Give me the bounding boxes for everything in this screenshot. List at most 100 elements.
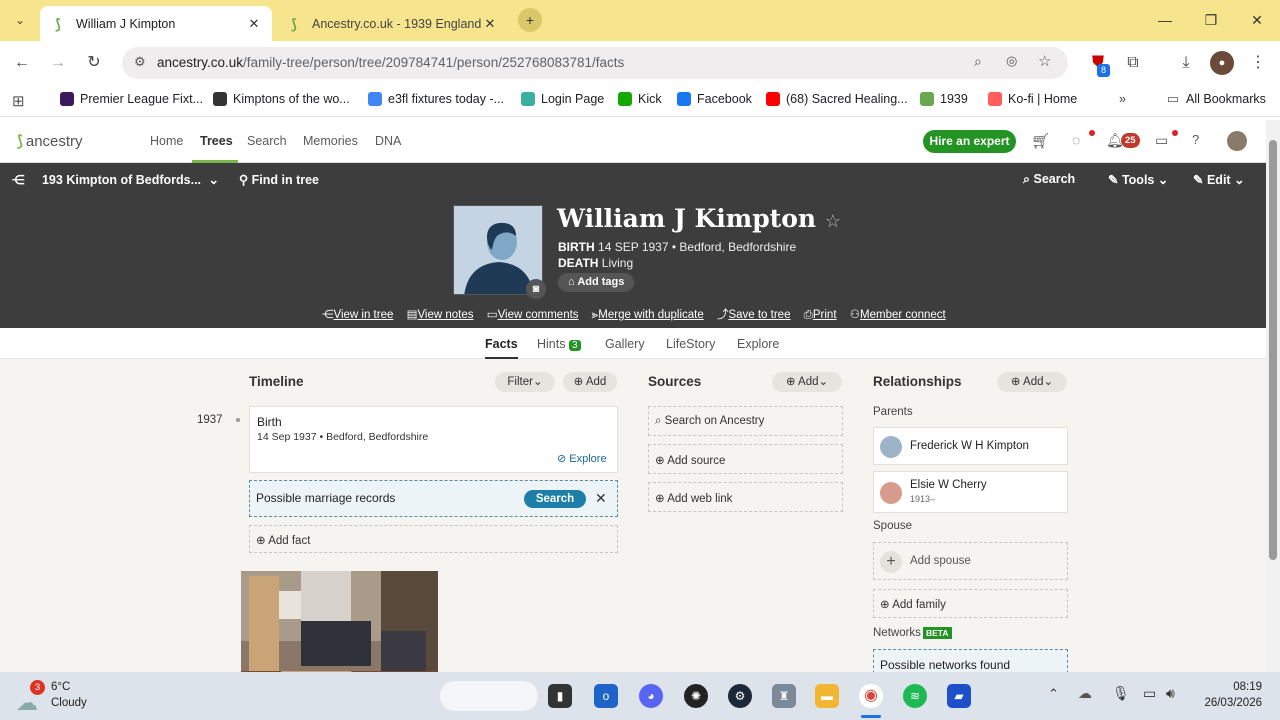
header-search-button[interactable]: ⌕ Search: [1023, 172, 1075, 192]
cart-icon[interactable]: 🛒︎: [1031, 132, 1050, 150]
tab-gallery[interactable]: Gallery: [605, 337, 645, 351]
add-spouse-button[interactable]: + Add spouse: [873, 542, 1068, 580]
apps-grid-icon[interactable]: ⊞: [12, 92, 25, 110]
tab-lifestory[interactable]: LifeStory: [666, 337, 715, 351]
chrome-icon[interactable]: ◉: [859, 684, 883, 708]
add-source-button[interactable]: ⊕ Add source: [648, 444, 843, 474]
add-web-link-button[interactable]: ⊕ Add web link: [648, 482, 843, 512]
user-avatar[interactable]: [1227, 131, 1247, 151]
profile-avatar-icon[interactable]: ●: [1210, 51, 1234, 75]
bookmark-item[interactable]: Premier League Fixt...: [60, 92, 203, 106]
forward-icon[interactable]: →: [46, 51, 70, 75]
sources-add-button[interactable]: ⊕ Add⌄: [772, 372, 842, 392]
tab-search-chevron-icon[interactable]: ⌄: [8, 8, 32, 32]
extensions-puzzle-icon[interactable]: ⧉: [1121, 51, 1145, 75]
tools-button[interactable]: ✎ Tools ⌄: [1108, 172, 1168, 192]
discord-icon[interactable]: ◕: [639, 684, 663, 708]
bookmark-item[interactable]: Facebook: [677, 92, 752, 106]
tab-ancestry-1939[interactable]: ⟆ Ancestry.co.uk - 1939 England & ✕: [276, 6, 508, 41]
add-fact-button[interactable]: ⊕ Add fact: [249, 525, 618, 553]
nav-trees[interactable]: Trees: [200, 134, 233, 148]
father-card[interactable]: Frederick W H Kimpton: [873, 427, 1068, 465]
bookmark-item[interactable]: e3fl fixtures today -...: [368, 92, 504, 106]
chrome-menu-icon[interactable]: ⋮: [1246, 51, 1270, 75]
url-text[interactable]: ancestry.co.uk/family-tree/person/tree/2…: [157, 55, 624, 70]
site-info-icon[interactable]: ⚙: [134, 54, 146, 70]
reload-icon[interactable]: ↻: [82, 51, 106, 75]
mother-card[interactable]: Elsie W Cherry 1913–: [873, 471, 1068, 513]
openai-icon[interactable]: ✺: [684, 684, 708, 708]
file-explorer-icon[interactable]: ▬: [815, 684, 839, 708]
chat-icon[interactable]: ▭: [1155, 132, 1168, 149]
view-notes-link[interactable]: View notes: [417, 309, 473, 321]
outlook-icon[interactable]: o: [594, 684, 618, 708]
member-connect-link[interactable]: Member connect: [860, 309, 946, 321]
new-tab-icon[interactable]: +: [518, 8, 542, 32]
all-bookmarks[interactable]: ▭ All Bookmarks: [1166, 92, 1266, 107]
minimize-icon[interactable]: —: [1153, 8, 1177, 32]
favorite-star-icon[interactable]: ☆: [825, 211, 841, 232]
print-link[interactable]: Print: [813, 309, 837, 321]
search-on-ancestry-button[interactable]: ⌕ Search on Ancestry: [648, 406, 843, 436]
bookmark-item[interactable]: Kick: [618, 92, 662, 106]
nav-home[interactable]: Home: [150, 134, 183, 148]
room-photo[interactable]: [241, 571, 438, 672]
birth-event-card[interactable]: Birth 14 Sep 1937 • Bedford, Bedfordshir…: [249, 406, 618, 473]
game-app-icon[interactable]: ♜: [772, 684, 796, 708]
close-tab-icon[interactable]: ✕: [246, 16, 262, 32]
tab-william-kimpton[interactable]: ⟆ William J Kimpton ✕: [40, 6, 272, 41]
page-scrollbar[interactable]: [1266, 120, 1280, 672]
show-hidden-icons-chevron[interactable]: ⌃: [1048, 686, 1059, 702]
steam-icon[interactable]: ⚙: [728, 684, 752, 708]
close-tab-icon[interactable]: ✕: [482, 16, 498, 32]
timeline-add-button[interactable]: ⊕ Add: [563, 372, 617, 392]
nav-search[interactable]: Search: [247, 134, 287, 148]
zoom-icon[interactable]: ⌕: [974, 53, 982, 70]
bookmark-item[interactable]: 1939: [920, 92, 968, 106]
spotify-icon[interactable]: ≋: [903, 684, 927, 708]
network-icon[interactable]: ▭: [1143, 685, 1156, 702]
bookmark-item[interactable]: (68) Sacred Healing...: [766, 92, 908, 106]
restore-icon[interactable]: ❐: [1199, 8, 1223, 32]
close-window-icon[interactable]: ✕: [1245, 8, 1269, 32]
find-in-tree-button[interactable]: ⚲ Find in tree: [239, 172, 319, 192]
dismiss-hint-icon[interactable]: ✕: [595, 490, 607, 507]
networks-found-card[interactable]: Possible networks found: [873, 649, 1068, 672]
bookmark-star-icon[interactable]: ☆: [1038, 52, 1051, 70]
help-icon[interactable]: ?: [1192, 132, 1199, 147]
merge-duplicate-link[interactable]: Merge with duplicate: [598, 309, 703, 321]
weather-icon[interactable]: ☁ 3: [16, 680, 46, 715]
ancestry-logo[interactable]: ⟆ ancestry: [17, 132, 83, 151]
onedrive-icon[interactable]: ☁: [1078, 685, 1092, 702]
clock-time[interactable]: 08:19: [1200, 681, 1262, 693]
download-icon[interactable]: ⤓: [1174, 51, 1198, 75]
task-view-icon[interactable]: ▮: [548, 684, 572, 708]
tab-hints[interactable]: Hints 3: [537, 337, 581, 351]
bookmark-item[interactable]: Login Page: [521, 92, 604, 106]
filter-button[interactable]: Filter⌄: [495, 372, 555, 392]
eye-off-icon[interactable]: ◎: [1006, 53, 1017, 69]
nav-memories[interactable]: Memories: [303, 134, 358, 148]
back-icon[interactable]: ←: [10, 51, 34, 75]
tab-facts[interactable]: Facts: [485, 337, 518, 359]
bookmark-item[interactable]: Ko-fi | Home: [988, 92, 1077, 106]
microphone-icon[interactable]: 🎙︎: [1112, 685, 1130, 702]
taskbar-search-box[interactable]: [440, 681, 538, 711]
edit-button[interactable]: ✎ Edit ⌄: [1193, 172, 1245, 192]
relationships-add-button[interactable]: ⊕ Add⌄: [997, 372, 1067, 392]
save-to-tree-link[interactable]: Save to tree: [728, 309, 790, 321]
tab-explore[interactable]: Explore: [737, 337, 779, 351]
bookmark-item[interactable]: Kimptons of the wo...: [213, 92, 350, 106]
scrollbar-thumb[interactable]: [1269, 140, 1277, 560]
explore-link[interactable]: ⊘ Explore: [557, 452, 607, 465]
view-in-tree-link[interactable]: View in tree: [334, 309, 394, 321]
address-bar[interactable]: ⚙ ancestry.co.uk/family-tree/person/tree…: [122, 47, 1068, 79]
more-bookmarks-chevron-icon[interactable]: »: [1119, 92, 1126, 106]
nav-dna[interactable]: DNA: [375, 134, 401, 148]
word-app-icon[interactable]: ▰: [947, 684, 971, 708]
add-family-button[interactable]: ⊕ Add family: [873, 589, 1068, 618]
tree-selector[interactable]: ⋲ 193 Kimpton of Bedfords... ⌄: [12, 172, 219, 192]
view-comments-link[interactable]: View comments: [498, 309, 579, 321]
clock-date[interactable]: 26/03/2026: [1194, 697, 1262, 709]
add-tags-button[interactable]: ⌂ Add tags: [558, 273, 635, 292]
